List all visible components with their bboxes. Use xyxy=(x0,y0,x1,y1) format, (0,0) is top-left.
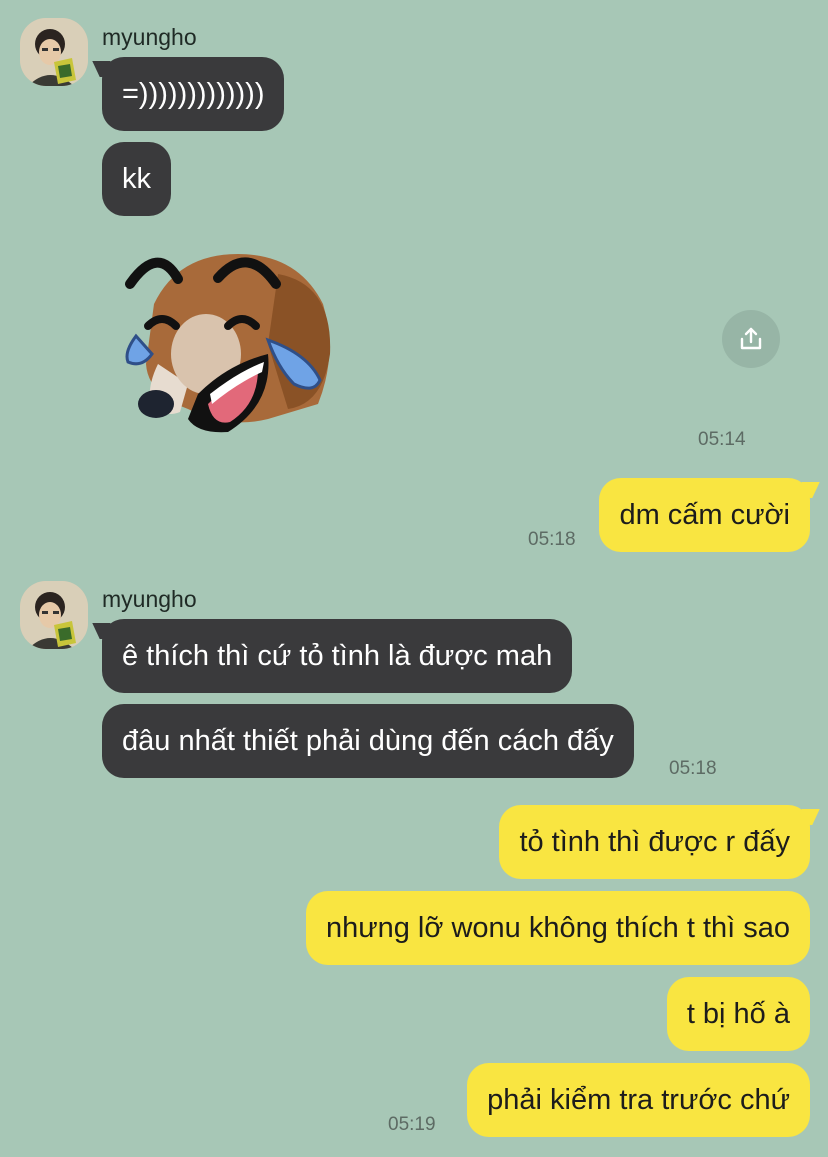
avatar[interactable] xyxy=(20,18,88,86)
message-timestamp: 05:14 xyxy=(698,429,746,450)
outgoing-message[interactable]: dm cấm cười xyxy=(599,478,810,552)
sender-name: myungho xyxy=(102,586,197,612)
laughing-dog-sticker[interactable] xyxy=(118,244,340,436)
outgoing-message[interactable]: t bị hố à xyxy=(666,977,810,1051)
avatar[interactable] xyxy=(20,581,88,649)
incoming-message[interactable]: đâu nhất thiết phải dùng đến cách đấy xyxy=(102,704,634,778)
outgoing-message[interactable]: tỏ tình thì được r đấy xyxy=(499,805,810,879)
sender-name: myungho xyxy=(102,24,197,50)
message-timestamp: 05:18 xyxy=(528,529,576,550)
profile-avatar-icon xyxy=(20,18,88,86)
outgoing-message[interactable]: phải kiểm tra trước chứ xyxy=(467,1063,810,1137)
incoming-message[interactable]: ê thích thì cứ tỏ tình là được mah xyxy=(102,619,573,693)
message-timestamp: 05:19 xyxy=(388,1114,436,1135)
message-timestamp: 05:18 xyxy=(669,758,717,779)
incoming-message[interactable]: =))))))))))))) xyxy=(102,57,285,131)
share-upload-icon xyxy=(740,327,762,350)
incoming-message[interactable]: kk xyxy=(102,142,171,216)
profile-avatar-icon xyxy=(20,581,88,649)
share-button[interactable] xyxy=(722,310,780,368)
outgoing-message[interactable]: nhưng lỡ wonu không thích t thì sao xyxy=(305,891,810,965)
